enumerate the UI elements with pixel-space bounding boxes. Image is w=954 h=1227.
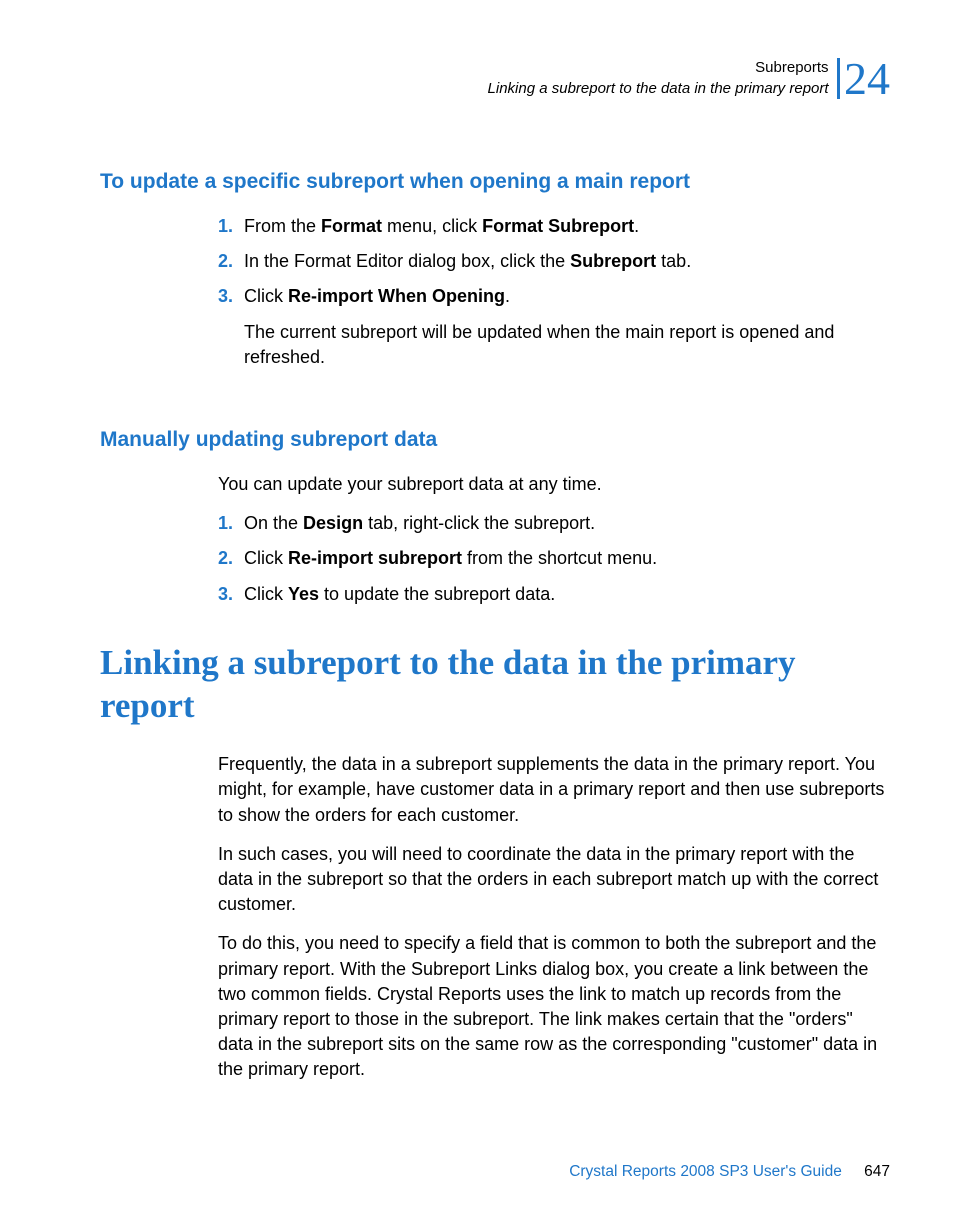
section1-result: The current subreport will be updated wh… bbox=[244, 320, 890, 370]
step-text: Click Re-import When Opening. bbox=[244, 284, 890, 309]
body-paragraph: Frequently, the data in a subreport supp… bbox=[218, 752, 890, 828]
section2-intro: You can update your subreport data at an… bbox=[218, 472, 890, 497]
step-text: Click Yes to update the subreport data. bbox=[244, 582, 890, 607]
step-text: In the Format Editor dialog box, click t… bbox=[244, 249, 890, 274]
header-section-title: Linking a subreport to the data in the p… bbox=[488, 79, 829, 99]
section1-steps: 1. From the Format menu, click Format Su… bbox=[218, 214, 890, 310]
step-text: From the Format menu, click Format Subre… bbox=[244, 214, 890, 239]
section2-content: You can update your subreport data at an… bbox=[218, 472, 890, 607]
section2-steps: 1. On the Design tab, right-click the su… bbox=[218, 511, 890, 607]
step-number: 3. bbox=[218, 582, 244, 607]
step-text: On the Design tab, right-click the subre… bbox=[244, 511, 890, 536]
page: Subreports Linking a subreport to the da… bbox=[0, 0, 954, 1082]
body-paragraph: To do this, you need to specify a field … bbox=[218, 931, 890, 1082]
list-item: 1. From the Format menu, click Format Su… bbox=[218, 214, 890, 239]
step-number: 1. bbox=[218, 511, 244, 536]
step-number: 1. bbox=[218, 214, 244, 239]
list-item: 3. Click Re-import When Opening. bbox=[218, 284, 890, 309]
list-item: 2. In the Format Editor dialog box, clic… bbox=[218, 249, 890, 274]
list-item: 1. On the Design tab, right-click the su… bbox=[218, 511, 890, 536]
body-paragraph: In such cases, you will need to coordina… bbox=[218, 842, 890, 918]
heading-update-specific: To update a specific subreport when open… bbox=[100, 170, 890, 194]
step-text: Click Re-import subreport from the short… bbox=[244, 546, 890, 571]
step-number: 3. bbox=[218, 284, 244, 309]
chapter-number: 24 bbox=[837, 58, 890, 99]
heading-manual-update: Manually updating subreport data bbox=[100, 428, 890, 452]
body-content: Frequently, the data in a subreport supp… bbox=[218, 752, 890, 1082]
header-text: Subreports Linking a subreport to the da… bbox=[488, 58, 829, 99]
page-footer: Crystal Reports 2008 SP3 User's Guide 64… bbox=[569, 1163, 890, 1181]
step-number: 2. bbox=[218, 546, 244, 571]
list-item: 3. Click Yes to update the subreport dat… bbox=[218, 582, 890, 607]
step-number: 2. bbox=[218, 249, 244, 274]
heading-linking: Linking a subreport to the data in the p… bbox=[100, 641, 890, 729]
footer-page-number: 647 bbox=[864, 1163, 890, 1180]
section1-content: 1. From the Format menu, click Format Su… bbox=[218, 214, 890, 370]
running-header: Subreports Linking a subreport to the da… bbox=[100, 58, 890, 108]
list-item: 2. Click Re-import subreport from the sh… bbox=[218, 546, 890, 571]
footer-book-title: Crystal Reports 2008 SP3 User's Guide bbox=[569, 1163, 842, 1180]
header-chapter-title: Subreports bbox=[488, 58, 829, 78]
